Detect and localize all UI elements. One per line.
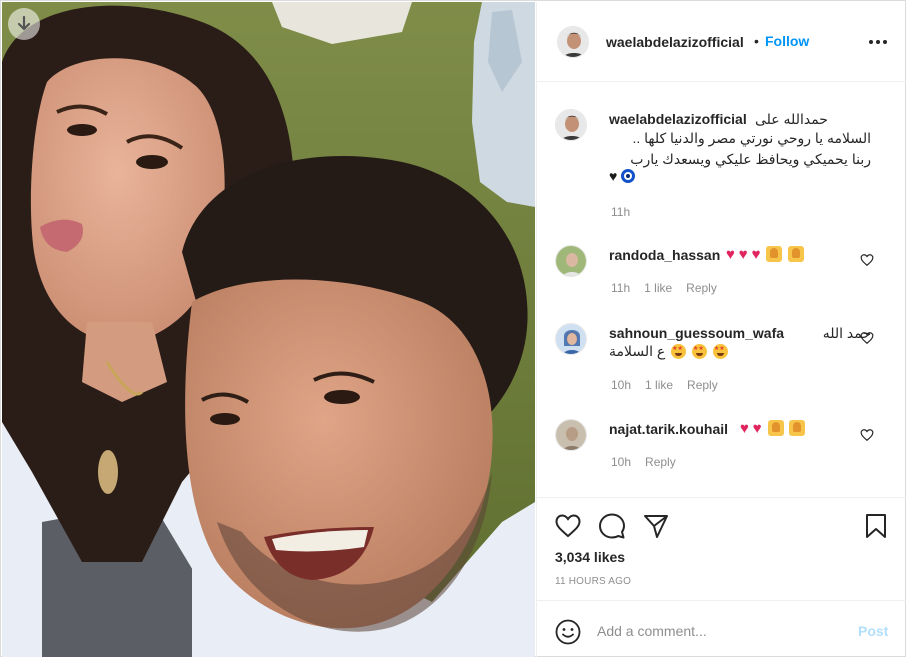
follow-button[interactable]: Follow	[765, 33, 809, 49]
post-timestamp[interactable]: 11 HOURS AGO	[555, 576, 631, 587]
star-struck-icon	[671, 344, 687, 359]
commenter-avatar[interactable]	[555, 419, 587, 451]
separator-dot: •	[754, 33, 759, 49]
post-side-panel: waelabdelazizofficial • Follow waelabdel…	[536, 2, 906, 657]
commenter-avatar[interactable]	[555, 245, 587, 277]
comment-text-line-2: ع السلامة	[609, 343, 728, 360]
caption-text-line-2: السلامه يا روحي نورتي مصر والدنيا كلها .…	[632, 130, 871, 146]
comment-icon[interactable]	[598, 512, 626, 540]
comment-input[interactable]	[597, 619, 847, 643]
download-button[interactable]	[8, 8, 40, 40]
like-comment-heart-icon[interactable]	[860, 331, 874, 345]
caption-text-line-4: ♥	[609, 169, 635, 184]
comment-username[interactable]: sahnoun_guessoum_wafa	[609, 325, 784, 341]
red-heart-icon: ♥	[751, 246, 761, 263]
comment-username[interactable]: najat.tarik.kouhail	[609, 421, 728, 437]
reply-button[interactable]: Reply	[687, 378, 718, 392]
commenter-avatar[interactable]	[555, 323, 587, 355]
raising-hands-icon	[766, 246, 783, 262]
caption-avatar-image	[556, 110, 586, 140]
commenter-avatar-image	[556, 420, 586, 450]
caption-avatar[interactable]	[555, 109, 587, 141]
comment-time[interactable]: 10h	[611, 378, 631, 392]
star-struck-icon	[712, 344, 728, 359]
star-struck-icon	[692, 344, 708, 359]
comment-time[interactable]: 11h	[611, 281, 630, 295]
raising-hands-icon	[767, 420, 784, 436]
caption-text-line-3: ربنا يحميكي ويحافظ عليكي ويسعدك يارب	[630, 151, 871, 167]
smiley-icon[interactable]	[555, 619, 581, 645]
raising-hands-icon	[789, 420, 806, 436]
comment-text: ♥ ♥	[740, 420, 806, 437]
post-photo[interactable]	[2, 2, 535, 657]
raising-hands-icon	[788, 246, 805, 262]
author-avatar[interactable]	[557, 26, 589, 58]
comment-username[interactable]: randoda_hassan	[609, 247, 720, 263]
comment-meta: 10h Reply	[611, 455, 690, 469]
comment-meta: 11h 1 like Reply	[611, 281, 731, 295]
arrow-down-icon	[17, 15, 31, 31]
red-heart-icon: ♥	[752, 420, 762, 437]
selfie-image	[2, 2, 535, 657]
commenter-avatar-image	[556, 246, 586, 276]
post-comment-button[interactable]: Post	[858, 623, 888, 639]
reply-button[interactable]: Reply	[686, 281, 717, 295]
reply-button[interactable]: Reply	[645, 455, 676, 469]
commenter-avatar-image	[556, 324, 586, 354]
author-avatar-image	[558, 27, 588, 57]
more-horizontal-icon[interactable]	[867, 32, 889, 52]
nazar-amulet-icon	[620, 169, 635, 183]
comment-text-arabic: ع السلامة	[609, 343, 666, 359]
comment-time[interactable]: 10h	[611, 455, 631, 469]
red-heart-icon: ♥	[726, 246, 735, 263]
instagram-post-modal: waelabdelazizofficial • Follow waelabdel…	[0, 0, 906, 657]
like-comment-heart-icon[interactable]	[860, 253, 874, 267]
red-heart-icon: ♥	[740, 420, 749, 437]
caption-timestamp[interactable]: 11h	[611, 205, 630, 219]
add-comment-bar: Post	[537, 600, 906, 657]
comment-text: ♥ ♥ ♥	[726, 246, 805, 263]
bookmark-icon[interactable]	[862, 512, 890, 540]
post-actions: 3,034 likes 11 HOURS AGO	[537, 497, 906, 597]
likes-count[interactable]: 3,034 likes	[555, 549, 625, 565]
comments-list[interactable]: waelabdelazizofficial حمدالله على السلام…	[537, 83, 906, 497]
caption-text-line-1: حمدالله على	[755, 111, 828, 127]
comment-meta: 10h 1 like Reply	[611, 378, 732, 392]
post-header: waelabdelazizofficial • Follow	[537, 2, 906, 82]
like-comment-heart-icon[interactable]	[860, 428, 874, 442]
black-heart-icon: ♥	[609, 168, 618, 184]
comment-likes[interactable]: 1 like	[645, 378, 673, 392]
comment-likes[interactable]: 1 like	[644, 281, 672, 295]
caption-username[interactable]: waelabdelazizofficial	[609, 111, 747, 127]
red-heart-icon: ♥	[738, 246, 748, 263]
paper-plane-icon[interactable]	[642, 512, 670, 540]
author-username[interactable]: waelabdelazizofficial	[606, 34, 744, 50]
heart-icon[interactable]	[554, 512, 582, 540]
